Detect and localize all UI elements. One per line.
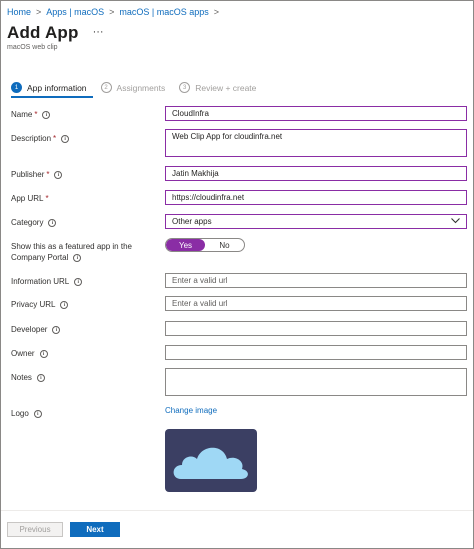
featured-label-line2: Company Portal	[11, 253, 69, 262]
cloud-icon	[173, 447, 248, 479]
breadcrumb: Home > Apps | macOS > macOS | macOS apps…	[7, 7, 224, 17]
information-url-label-text: Information URL	[11, 277, 70, 286]
publisher-input[interactable]	[165, 166, 467, 181]
active-step-indicator	[11, 96, 93, 98]
featured-label: Show this as a featured app in the Compa…	[11, 241, 132, 263]
more-options-button[interactable]: ···	[93, 26, 104, 38]
required-marker: *	[53, 134, 57, 143]
developer-label-text: Developer	[11, 325, 48, 334]
info-icon[interactable]: i	[74, 277, 83, 286]
logo-label: Logo i	[11, 408, 42, 419]
developer-input[interactable]	[165, 321, 467, 336]
owner-label-text: Owner	[11, 349, 35, 358]
category-label-text: Category	[11, 218, 44, 227]
description-textarea[interactable]: Web Clip App for cloudinfra.net	[165, 129, 467, 157]
footer-divider	[1, 510, 473, 511]
featured-label-line2-wrap: Company Portal i	[11, 252, 132, 263]
step-number-1: 1	[11, 82, 22, 93]
publisher-label: Publisher * i	[11, 169, 63, 180]
info-icon[interactable]: i	[42, 110, 51, 119]
change-image-link[interactable]: Change image	[165, 406, 217, 415]
step-review-create[interactable]: 3 Review + create	[179, 82, 256, 93]
breadcrumb-macos-apps[interactable]: macOS | macOS apps	[119, 7, 208, 17]
notes-label: Notes i	[11, 372, 45, 383]
info-icon[interactable]: i	[73, 253, 82, 262]
information-url-input[interactable]	[165, 273, 467, 288]
logo-preview	[165, 429, 257, 492]
step-label: App information	[27, 82, 87, 93]
developer-label: Developer i	[11, 324, 61, 335]
required-marker: *	[45, 194, 49, 203]
privacy-url-label-text: Privacy URL	[11, 300, 56, 309]
step-number-3: 3	[179, 82, 191, 93]
next-button[interactable]: Next	[70, 522, 120, 537]
app-url-label-text: App URL	[11, 194, 44, 203]
app-url-input[interactable]	[165, 190, 467, 205]
info-icon[interactable]: i	[33, 409, 42, 418]
name-label: Name * i	[11, 109, 51, 120]
breadcrumb-home[interactable]: Home	[7, 7, 31, 17]
step-number-2: 2	[100, 82, 112, 93]
notes-label-text: Notes	[11, 373, 32, 382]
breadcrumb-separator: >	[109, 7, 115, 17]
owner-label: Owner i	[11, 348, 48, 359]
category-selected-value: Other apps	[172, 216, 212, 226]
privacy-url-label: Privacy URL i	[11, 299, 69, 310]
featured-no-option[interactable]: No	[205, 239, 244, 251]
information-url-label: Information URL i	[11, 276, 83, 287]
info-icon[interactable]: i	[60, 300, 69, 309]
category-label: Category i	[11, 217, 57, 228]
title-row: Add App ···	[7, 23, 104, 43]
info-icon[interactable]: i	[36, 373, 45, 382]
info-icon[interactable]: i	[39, 349, 48, 358]
breadcrumb-separator: >	[36, 7, 42, 17]
breadcrumb-separator: >	[213, 7, 220, 17]
step-app-information[interactable]: 1 App information	[11, 82, 87, 93]
logo-label-text: Logo	[11, 409, 29, 418]
step-assignments[interactable]: 2 Assignments	[100, 82, 166, 93]
page-title: Add App	[7, 23, 79, 42]
category-dropdown[interactable]: Other apps	[165, 214, 467, 229]
step-label: Review + create	[195, 82, 257, 93]
required-marker: *	[46, 170, 50, 179]
wizard-steps: 1 App information 2 Assignments 3 Review…	[11, 82, 270, 93]
privacy-url-input[interactable]	[165, 296, 467, 311]
chevron-down-icon	[451, 217, 460, 227]
page-subtitle: macOS web clip	[7, 44, 58, 51]
featured-toggle[interactable]: Yes No	[165, 238, 245, 252]
name-input[interactable]	[165, 106, 467, 121]
notes-textarea[interactable]	[165, 368, 467, 396]
description-label: Description * i	[11, 133, 70, 144]
owner-input[interactable]	[165, 345, 467, 360]
featured-yes-option[interactable]: Yes	[166, 239, 205, 251]
add-app-blade: Home > Apps | macOS > macOS | macOS apps…	[0, 0, 474, 549]
required-marker: *	[34, 110, 38, 119]
featured-label-line1: Show this as a featured app in the	[11, 242, 132, 251]
info-icon[interactable]: i	[54, 170, 63, 179]
name-label-text: Name	[11, 110, 33, 119]
info-icon[interactable]: i	[52, 325, 61, 334]
info-icon[interactable]: i	[48, 218, 57, 227]
breadcrumb-apps-macos[interactable]: Apps | macOS	[46, 7, 104, 17]
publisher-label-text: Publisher	[11, 170, 45, 179]
previous-button[interactable]: Previous	[7, 522, 63, 537]
app-url-label: App URL *	[11, 193, 49, 204]
step-label: Assignments	[116, 82, 166, 93]
description-label-text: Description	[11, 134, 52, 143]
info-icon[interactable]: i	[61, 134, 70, 143]
